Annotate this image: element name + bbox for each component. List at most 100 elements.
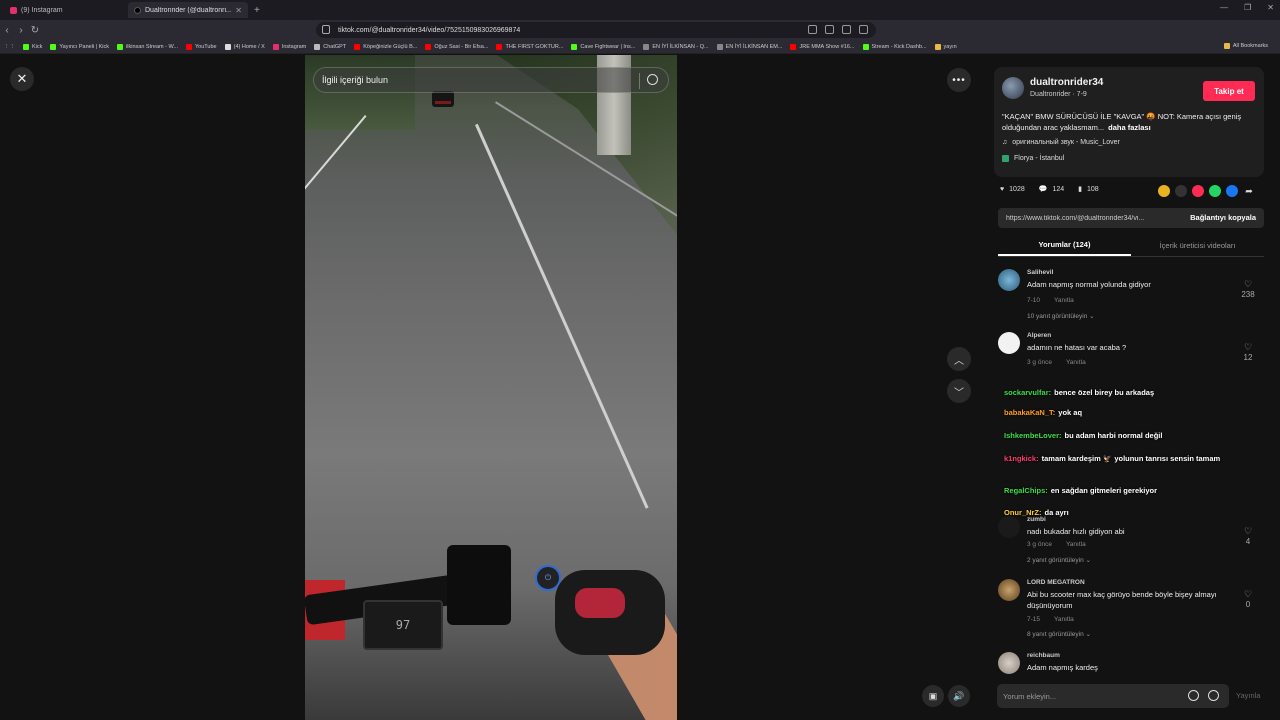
- bookmark-item[interactable]: EN İYİ İLKİNSAN EM...: [713, 43, 787, 50]
- cast-icon[interactable]: [808, 25, 817, 34]
- author-username[interactable]: dualtronrider34: [1030, 77, 1103, 88]
- reply-link[interactable]: Yanıtla: [1054, 616, 1074, 623]
- new-tab-button[interactable]: +: [254, 5, 260, 16]
- search-icon[interactable]: [647, 74, 658, 85]
- avatar[interactable]: [998, 579, 1020, 601]
- comment-like-button[interactable]: ♡ 238: [1238, 279, 1258, 299]
- chat-username: sockarvulfar:: [1004, 388, 1052, 397]
- more-options-icon[interactable]: •••: [947, 68, 971, 92]
- volume-icon[interactable]: 🔊: [948, 685, 970, 707]
- apps-icon[interactable]: ⋮⋮: [0, 44, 19, 50]
- picture-in-picture-icon[interactable]: ▣: [922, 685, 944, 707]
- tab-tiktok[interactable]: Dualtronrider (@dualtronri... ✕: [128, 2, 248, 18]
- bookmark-item[interactable]: THE FIRST GOKTUR...: [492, 43, 567, 50]
- bookmark-item[interactable]: Kick: [19, 43, 46, 50]
- forward-icon[interactable]: ›: [14, 25, 28, 36]
- video-player[interactable]: 97 ⏻ İlgili içeriği bulun: [305, 55, 677, 720]
- whatsapp-icon[interactable]: [1209, 185, 1221, 197]
- bookmark-item[interactable]: Oğuz Sasi - Bir Efsa...: [421, 43, 492, 50]
- bookmark-item[interactable]: JRE MMA Show #16...: [786, 43, 858, 50]
- bookmark-label: All Bookmarks: [1232, 43, 1268, 49]
- avatar[interactable]: [998, 269, 1020, 291]
- bookmark-item[interactable]: EN İYİ İLKİNSAN - Q...: [639, 43, 712, 50]
- bookmark-item[interactable]: Yayıncı Paneli | Kick: [46, 43, 113, 50]
- zoom-icon[interactable]: [825, 25, 834, 34]
- tab-comments[interactable]: Yorumlar (124): [998, 235, 1131, 256]
- engagement-stats: ♥ 1028 💬 124 ▮ 108: [1000, 185, 1099, 194]
- bookmark-item[interactable]: (4) Home / X: [221, 43, 269, 50]
- follow-button[interactable]: Takip et: [1203, 81, 1255, 101]
- comment-author[interactable]: reichbaum: [1027, 652, 1060, 659]
- tab-creator-videos[interactable]: İçerik üreticisi videoları: [1131, 235, 1264, 256]
- minimize-icon[interactable]: —: [1220, 3, 1228, 12]
- bookmarks-bar: ⋮⋮ Kick Yayıncı Paneli | Kick ilkinsan S…: [0, 40, 1280, 54]
- reload-icon[interactable]: ↻: [28, 25, 42, 36]
- comment-date: 3 g önce: [1027, 541, 1052, 548]
- post-info-card: dualtronrider34 Dualtronrider · 7-9 Taki…: [994, 67, 1264, 177]
- post-description: "KAÇAN" BMW SÜRÜCÜSÜ İLE "KAVGA" 🤬 NOT: …: [1002, 111, 1260, 133]
- bookmark-item[interactable]: ilkinsan Stream - W...: [113, 43, 182, 50]
- post-comment-button[interactable]: Yayınla: [1236, 691, 1260, 700]
- see-more-link[interactable]: daha fazlası: [1108, 123, 1151, 132]
- view-replies-link[interactable]: 2 yanıt görüntüleyin ⌄: [1027, 556, 1091, 564]
- search-input[interactable]: İlgili içeriği bulun: [313, 67, 669, 93]
- next-video-icon[interactable]: ﹀: [947, 379, 971, 403]
- bookmark-item[interactable]: Stream - Kick Dashb...: [859, 43, 931, 50]
- bookmark-label: EN İYİ İLKİNSAN EM...: [725, 43, 783, 50]
- back-icon[interactable]: ‹: [0, 25, 14, 36]
- bookmark-item[interactable]: Köpeğinizle Güçlü B...: [350, 43, 421, 50]
- site-info-icon[interactable]: [322, 25, 330, 34]
- tab-instagram[interactable]: (9) Instagram: [4, 2, 124, 18]
- copy-link-button[interactable]: Bağlantıyı kopyala: [1190, 213, 1256, 222]
- send-to-friend-icon[interactable]: [1192, 185, 1204, 197]
- close-tab-icon[interactable]: ✕: [235, 6, 242, 15]
- close-icon[interactable]: ✕: [10, 67, 34, 91]
- comment-like-button[interactable]: ♡ 4: [1238, 526, 1258, 546]
- comment-button[interactable]: 💬 124: [1039, 185, 1064, 194]
- comment-like-button[interactable]: ♡ 0: [1238, 589, 1258, 609]
- comment-date: 7-10: [1027, 297, 1041, 304]
- comment-like-button[interactable]: ♡ 12: [1238, 342, 1258, 362]
- share-icon[interactable]: [842, 25, 851, 34]
- bookmark-item[interactable]: ChatGPT: [310, 43, 350, 50]
- music-link[interactable]: ♫ оригинальный звук - Music_Lover: [1002, 139, 1120, 146]
- bookmark-item[interactable]: Instagram: [269, 43, 310, 50]
- avatar[interactable]: [1002, 77, 1024, 99]
- emoji-icon[interactable]: [1208, 690, 1219, 701]
- comment-item: LORD MEGATRON Abi bu scooter max kaç gör…: [998, 579, 1268, 645]
- location-link[interactable]: Florya - İstanbul: [1002, 155, 1064, 162]
- avatar[interactable]: [998, 652, 1020, 674]
- bookmark-star-icon[interactable]: [859, 25, 868, 34]
- share-arrow-icon[interactable]: ➦: [1243, 185, 1255, 197]
- all-bookmarks-folder[interactable]: All Bookmarks: [1220, 43, 1272, 49]
- view-replies-link[interactable]: 10 yanıt görüntüleyin ⌄: [1027, 312, 1095, 320]
- previous-video-icon[interactable]: ︿: [947, 347, 971, 371]
- embed-icon[interactable]: [1175, 185, 1187, 197]
- bookmark-label: EN İYİ İLKİNSAN - Q...: [652, 43, 709, 50]
- view-replies-link[interactable]: 8 yanıt görüntüleyin ⌄: [1027, 630, 1091, 638]
- reply-link[interactable]: Yanıtla: [1066, 541, 1086, 548]
- repost-icon[interactable]: [1158, 185, 1170, 197]
- chevron-down-icon: ⌄: [1089, 313, 1095, 320]
- comment-author[interactable]: Alperen: [1027, 332, 1051, 339]
- mention-icon[interactable]: [1188, 690, 1199, 701]
- comment-author[interactable]: LORD MEGATRON: [1027, 579, 1085, 586]
- reply-link[interactable]: Yanıtla: [1054, 297, 1074, 304]
- chat-username: Onur_NrZ:: [1004, 508, 1042, 517]
- address-bar[interactable]: tiktok.com/@dualtronrider34/video/752515…: [316, 22, 876, 38]
- bookmark-label: Kick: [32, 43, 43, 50]
- comment-input[interactable]: Yorum ekleyin...: [997, 684, 1229, 708]
- bookmark-item[interactable]: YouTube: [182, 43, 221, 50]
- bookmark-folder[interactable]: yayın: [931, 43, 961, 50]
- avatar[interactable]: [998, 332, 1020, 354]
- bookmark-icon: ▮: [1078, 186, 1082, 193]
- maximize-icon[interactable]: ❐: [1244, 3, 1251, 12]
- bookmark-item[interactable]: Cave Fightwear | Ins...: [567, 43, 639, 50]
- close-window-icon[interactable]: ✕: [1267, 3, 1274, 12]
- like-button[interactable]: ♥ 1028: [1000, 186, 1025, 193]
- comment-date: 7-15: [1027, 616, 1041, 623]
- save-button[interactable]: ▮ 108: [1078, 185, 1099, 194]
- chat-text: bence özel birey bu arkadaş: [1054, 388, 1155, 397]
- comment-author[interactable]: Salihevil: [1027, 269, 1053, 276]
- facebook-icon[interactable]: [1226, 185, 1238, 197]
